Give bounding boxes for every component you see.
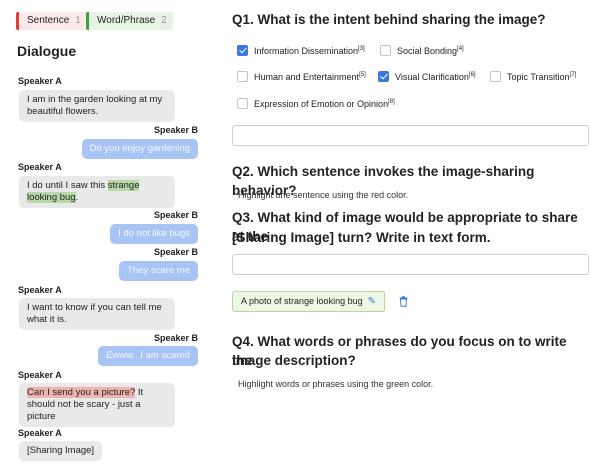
speaker-label: Speaker A	[18, 285, 62, 295]
checkbox-icon[interactable]	[490, 71, 501, 83]
checkbox-checked-icon[interactable]	[237, 45, 248, 57]
message-bubble[interactable]: Do you enjoy gardening	[81, 139, 198, 159]
speaker-label: Speaker B	[153, 333, 198, 343]
speaker-label: Speaker A	[18, 162, 62, 172]
option-label: Expression of Emotion or Opinion	[254, 99, 389, 109]
message-text: .	[75, 192, 79, 203]
message-bubble[interactable]: Can I send you a picture? It should not …	[19, 383, 175, 427]
speaker-label: Speaker B	[153, 247, 198, 257]
q1-title: Q1. What is the intent behind sharing th…	[232, 12, 546, 27]
message-bubble[interactable]: I am in the garden looking at my beautif…	[19, 90, 175, 122]
sentence-highlight[interactable]: Can I send you a picture?	[27, 387, 136, 398]
message-bubble[interactable]: I do until I saw this strange looking bu…	[19, 176, 175, 208]
q2-hint: Highlight one sentence using the red col…	[238, 190, 409, 200]
q1-other-input[interactable]	[232, 125, 589, 146]
message-text: I do until I saw this	[27, 180, 108, 191]
dialogue-panel: Sentence 1 Word/Phrase 2 Dialogue Speaker …	[0, 0, 215, 466]
pencil-icon[interactable]: ✎	[368, 296, 376, 307]
message-bubble[interactable]: I do not like bugs	[110, 224, 198, 244]
checkbox-icon[interactable]	[237, 98, 248, 110]
option-ref: [4]	[457, 46, 464, 52]
word-phrase-tag-count: 2	[161, 15, 167, 26]
message-bubble[interactable]: I want to know if you can tell me what i…	[19, 298, 175, 330]
option-ref: [5]	[359, 72, 366, 78]
option-label: Social Bonding	[397, 46, 458, 56]
checkbox-icon[interactable]	[380, 45, 391, 57]
option-ref: [3]	[358, 46, 365, 52]
option-ref: [7]	[569, 72, 577, 78]
trash-icon[interactable]	[399, 296, 408, 307]
option-information-dissemination[interactable]: Information Dissemination[3]	[237, 43, 365, 57]
option-topic-transition[interactable]: Topic Transition[7]	[490, 69, 577, 83]
checkbox-icon[interactable]	[237, 71, 248, 83]
image-description-chip[interactable]: A photo of strange looking bug ✎	[232, 291, 385, 312]
speaker-label: Speaker A	[18, 76, 62, 86]
message-bubble[interactable]: They scare me	[119, 261, 198, 281]
option-visual-clarification[interactable]: Visual Clarification[6]	[378, 69, 476, 83]
option-social-bonding[interactable]: Social Bonding[4]	[380, 43, 464, 57]
q4-hint: Highlight words or phrases using the gre…	[238, 379, 434, 389]
option-label: Visual Clarification	[395, 72, 469, 82]
option-human-and-entertainment[interactable]: Human and Entertainment[5]	[237, 69, 366, 83]
sentence-tag[interactable]: Sentence 1	[16, 12, 87, 30]
sentence-tag-label: Sentence	[27, 15, 70, 26]
word-phrase-tag[interactable]: Word/Phrase 2	[86, 12, 173, 30]
sentence-tag-count: 1	[75, 15, 81, 26]
speaker-label: Speaker B	[153, 210, 198, 220]
sharing-image-bubble[interactable]: [Sharing Image]	[19, 441, 103, 461]
image-description-text: A photo of strange looking bug	[241, 296, 363, 306]
option-expression-of-emotion[interactable]: Expression of Emotion or Opinion[8]	[237, 96, 395, 110]
option-ref: [6]	[468, 72, 476, 78]
q3-title-line2: [Sharing Image] turn? Write in text form…	[232, 230, 491, 245]
message-bubble[interactable]: Ewww...I am scared	[98, 346, 198, 366]
speaker-label: Speaker B	[153, 125, 198, 135]
option-label: Information Dissemination	[254, 46, 359, 56]
option-ref: [8]	[388, 99, 395, 105]
speaker-label: Speaker A	[18, 428, 62, 438]
speaker-label: Speaker A	[18, 370, 62, 380]
checkbox-checked-icon[interactable]	[378, 71, 389, 83]
q4-title-line2: image description?	[232, 353, 356, 368]
option-label: Human and Entertainment	[254, 72, 360, 82]
word-phrase-tag-label: Word/Phrase	[97, 15, 156, 26]
q3-text-input[interactable]	[232, 254, 589, 275]
dialogue-title: Dialogue	[17, 43, 77, 59]
option-label: Topic Transition	[507, 72, 570, 82]
questions-panel: Q1. What is the intent behind sharing th…	[232, 0, 590, 466]
